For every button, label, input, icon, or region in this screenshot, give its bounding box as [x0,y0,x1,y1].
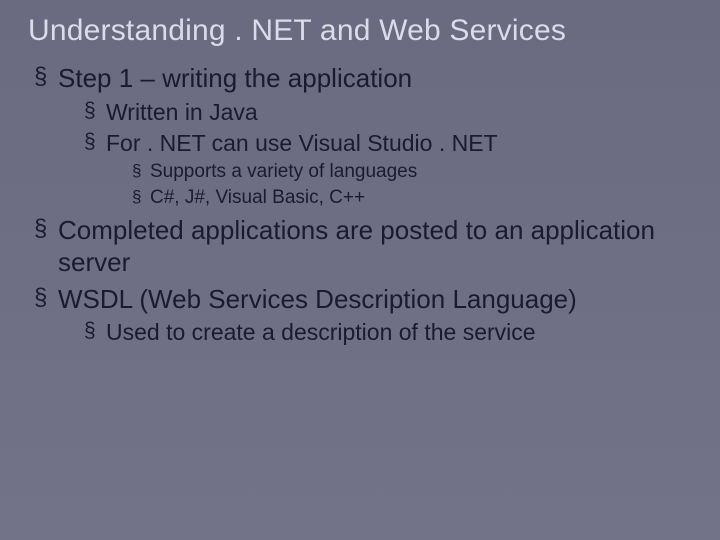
bullet-step1: Step 1 – writing the application Written… [34,62,692,210]
bullet-text: Step 1 – writing the application [58,63,412,93]
bullet-wsdl-desc: Used to create a description of the serv… [84,318,692,347]
bullet-wsdl: WSDL (Web Services Description Language)… [34,283,692,347]
bullet-text: For . NET can use Visual Studio . NET [106,130,498,156]
bullet-list: Step 1 – writing the application Written… [28,62,692,347]
bullet-posted: Completed applications are posted to an … [34,214,692,279]
bullet-text: Completed applications are posted to an … [58,215,655,278]
bullet-text: Written in Java [106,99,258,125]
slide: Understanding . NET and Web Services Ste… [0,0,720,540]
bullet-text: C#, J#, Visual Basic, C++ [150,187,365,208]
bullet-languages: Supports a variety of languages [132,160,692,184]
bullet-text: Supports a variety of languages [150,161,417,182]
bullet-text: WSDL (Web Services Description Language) [58,284,577,314]
slide-title: Understanding . NET and Web Services [28,14,692,48]
bullet-langlist: C#, J#, Visual Basic, C++ [132,186,692,210]
bullet-sublist: Written in Java For . NET can use Visual… [58,98,692,210]
bullet-sublist: Used to create a description of the serv… [58,318,692,347]
bullet-java: Written in Java [84,98,692,127]
bullet-text: Used to create a description of the serv… [106,319,536,345]
bullet-vsnet: For . NET can use Visual Studio . NET Su… [84,129,692,209]
bullet-sublist: Supports a variety of languages C#, J#, … [106,160,692,210]
